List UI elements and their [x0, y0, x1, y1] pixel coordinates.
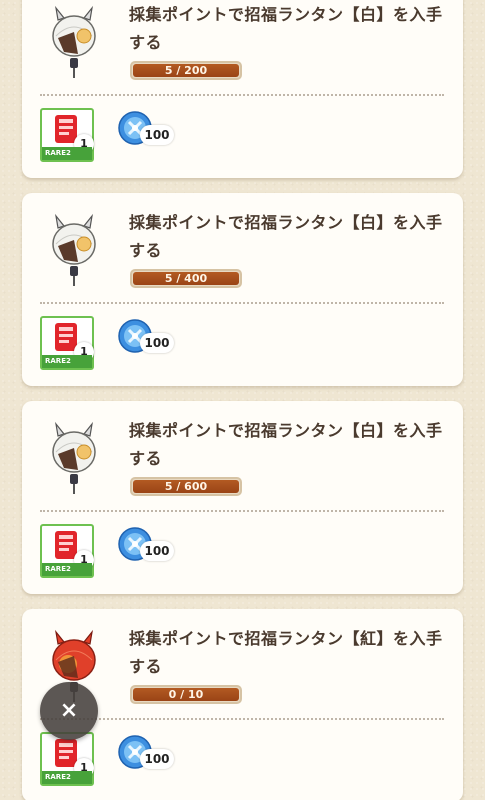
currency-amount: 100	[140, 125, 174, 145]
currency-amount: 100	[140, 749, 174, 769]
divider	[40, 94, 444, 96]
divider	[40, 510, 444, 512]
progress-bar: 5 / 400	[130, 269, 242, 288]
mission-card: 採集ポイントで招福ランタン【白】を入手する 5 / 600 1 RARE2 10…	[22, 401, 463, 594]
lantern-white-icon	[52, 421, 96, 494]
mission-title: 採集ポイントで招福ランタン【白】を入手する	[129, 213, 443, 260]
progress-bar: 5 / 600	[130, 477, 242, 496]
mission-card: 採集ポイントで招福ランタン【白】を入手する 5 / 400 1 RARE2 10…	[22, 193, 463, 386]
progress-bar: 5 / 200	[130, 61, 242, 80]
rarity-label: RARE2	[42, 563, 92, 576]
currency-amount: 100	[140, 333, 174, 353]
divider	[40, 718, 444, 720]
progress-bar: 0 / 10	[130, 685, 242, 704]
currency-amount: 100	[140, 541, 174, 561]
mission-title: 採集ポイントで招福ランタン【白】を入手する	[129, 5, 443, 52]
mission-card: 採集ポイントで招福ランタン【白】を入手する 5 / 200 1 RARE2 10…	[22, 0, 463, 178]
progress-text: 5 / 200	[164, 64, 208, 77]
lantern-white-icon	[52, 213, 96, 286]
reward-item-rare2[interactable]: 1 RARE2	[40, 732, 94, 786]
reward-item-rare2[interactable]: 1 RARE2	[40, 108, 94, 162]
mission-title: 採集ポイントで招福ランタン【紅】を入手する	[129, 629, 443, 676]
progress-text: 5 / 400	[164, 272, 208, 285]
close-button[interactable]: ×	[40, 682, 98, 740]
progress-text: 0 / 10	[168, 688, 204, 701]
progress-text: 5 / 600	[164, 480, 208, 493]
close-icon: ×	[59, 698, 79, 723]
divider	[40, 302, 444, 304]
lantern-white-icon	[52, 5, 96, 78]
rarity-label: RARE2	[42, 355, 92, 368]
reward-item-rare2[interactable]: 1 RARE2	[40, 524, 94, 578]
reward-item-rare2[interactable]: 1 RARE2	[40, 316, 94, 370]
mission-title: 採集ポイントで招福ランタン【白】を入手する	[129, 421, 443, 468]
rarity-label: RARE2	[42, 771, 92, 784]
rarity-label: RARE2	[42, 147, 92, 160]
